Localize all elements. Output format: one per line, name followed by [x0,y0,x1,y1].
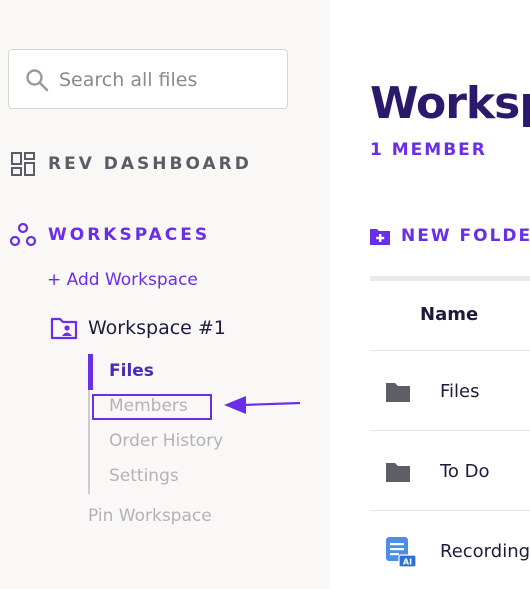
ai-document-icon: AI [386,537,417,568]
workspace-name: Workspace #1 [88,317,226,339]
member-count[interactable]: 1 MEMBER [370,140,487,160]
workspace-subnav: Files Members Order History Settings [88,352,288,494]
row-name-todo[interactable]: To Do [440,461,490,482]
nav-workspaces-label: WORKSPACES [48,225,211,245]
shared-folder-icon [50,317,78,340]
row-divider [370,430,530,431]
search-placeholder: Search all files [59,69,198,91]
add-workspace-link[interactable]: + Add Workspace [47,270,198,290]
new-folder-label: NEW FOLDER [401,226,530,246]
dashboard-icon [11,152,35,176]
row-divider [370,510,530,511]
subnav-active-indicator [88,354,93,390]
workspaces-icon [10,222,36,247]
main-content: Workspace #1 1 MEMBER NEW FOLDER Name Fi… [330,0,530,589]
annotation-arrow-icon [224,396,301,414]
subnav-order-history[interactable]: Order History [109,430,223,452]
folder-icon [386,463,410,482]
nav-workspaces[interactable]: WORKSPACES [10,222,210,248]
add-folder-icon [370,229,390,245]
new-folder-button[interactable]: NEW FOLDER [370,226,530,246]
page-title: Workspace #1 [370,78,530,129]
pin-workspace-link[interactable]: Pin Workspace [88,506,212,526]
workspace-item[interactable]: Workspace #1 [50,315,226,341]
nav-rev-dashboard-label: REV DASHBOARD [48,154,252,174]
row-name-files[interactable]: Files [440,381,480,402]
subnav-files[interactable]: Files [109,360,154,382]
row-divider [370,350,530,351]
sidebar: Search all files REV DASHBOARD WORKSPACE… [0,0,330,589]
search-box[interactable]: Search all files [8,49,288,109]
folder-icon [386,383,410,402]
search-icon [26,69,49,92]
svg-text:AI: AI [403,558,412,567]
table-top-border [370,276,530,281]
nav-rev-dashboard[interactable]: REV DASHBOARD [10,151,252,177]
row-name-recording[interactable]: Recording 9 [440,541,530,562]
subnav-settings[interactable]: Settings [109,465,179,487]
column-header-name[interactable]: Name [420,304,478,325]
members-highlight-box [92,394,212,420]
